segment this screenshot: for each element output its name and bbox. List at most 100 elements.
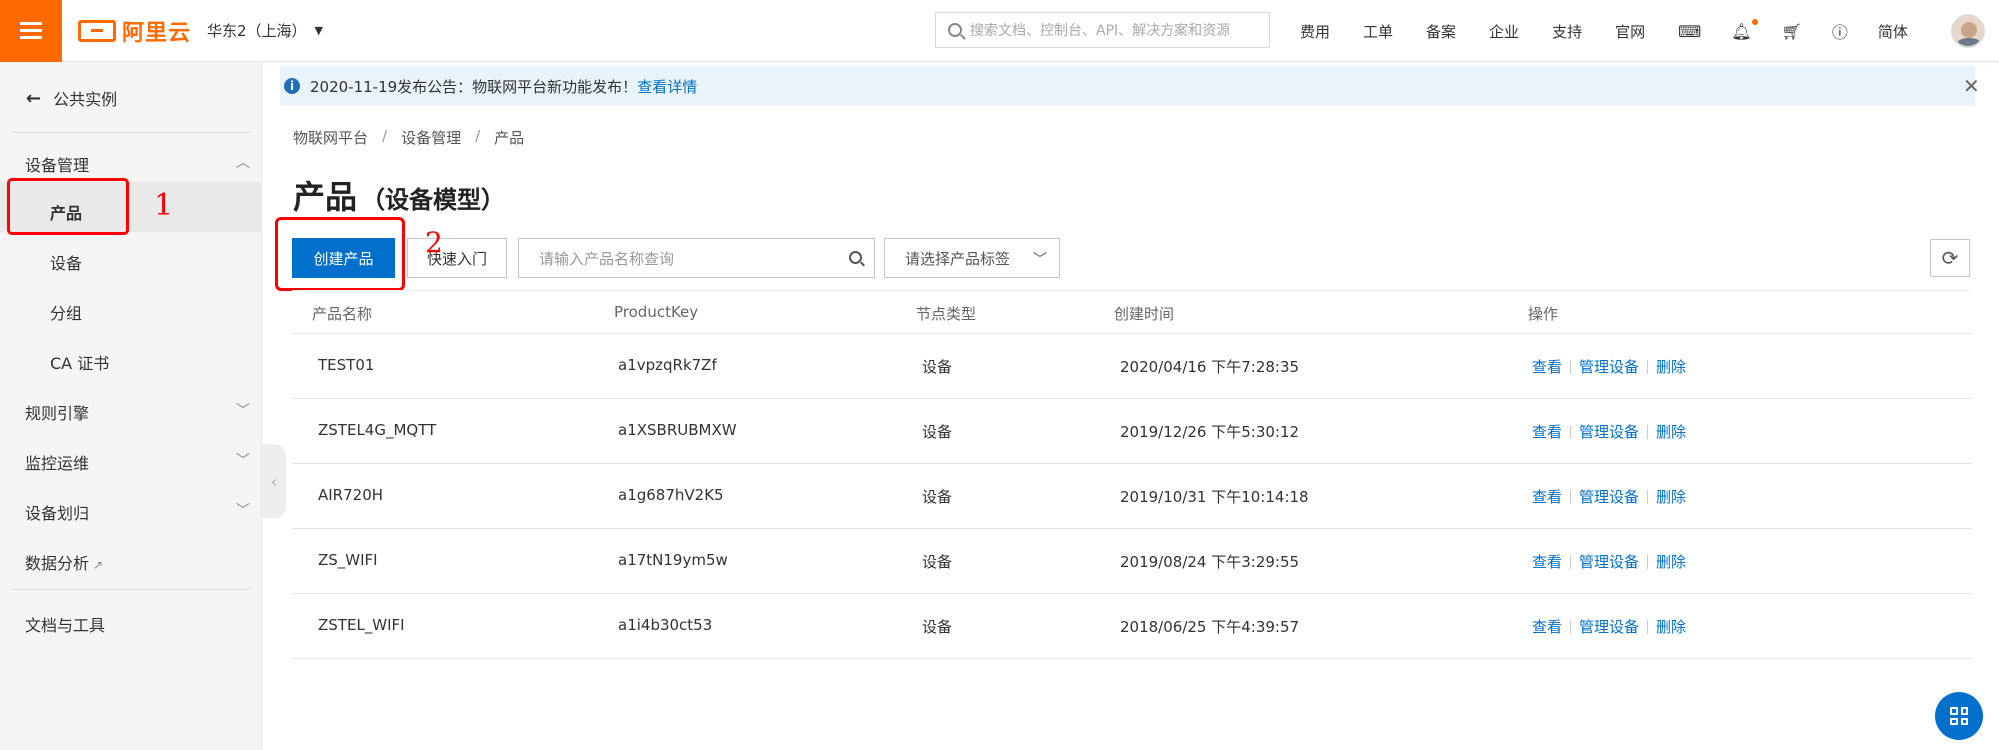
region-label: 华东2（上海） — [207, 22, 307, 40]
cell-node-type: 设备 — [922, 618, 953, 636]
sidebar-collapse-toggle[interactable]: ‹ — [262, 444, 286, 518]
floating-menu-button[interactable] — [1935, 692, 1983, 740]
back-to-public-instance[interactable]: ← 公共实例 — [26, 86, 117, 110]
bell-icon[interactable]: 🔔︎ — [1731, 18, 1758, 41]
nav-link-enterprise[interactable]: 企业 — [1489, 21, 1519, 42]
chevron-down-icon: ﹀ — [1033, 252, 1047, 268]
row-actions: 查看 管理设备 删除 — [1532, 551, 1686, 572]
nav-link-icp[interactable]: 备案 — [1426, 21, 1456, 42]
product-search-input[interactable]: 请输入产品名称查询 — [518, 238, 875, 278]
row-actions: 查看 管理设备 删除 — [1532, 486, 1686, 507]
action-divider — [1647, 424, 1649, 439]
annotation-box-1 — [7, 178, 129, 235]
top-nav-links: 费用 工单 备案 企业 支持 官网 ⌨ 🔔︎ 🛒︎ ⓘ 简体 — [1300, 0, 1941, 62]
hamburger-icon — [20, 22, 42, 40]
header-product-name: 产品名称 — [312, 305, 373, 323]
sidebar-item-ca-cert[interactable]: CA 证书 — [50, 350, 109, 374]
group-label: 设备管理 — [25, 156, 90, 175]
row-actions: 查看 管理设备 删除 — [1532, 356, 1686, 377]
sidebar-item-groups[interactable]: 分组 — [50, 300, 82, 324]
delete-link[interactable]: 删除 — [1656, 616, 1686, 637]
header-product-key: ProductKey — [614, 303, 699, 321]
manage-devices-link[interactable]: 管理设备 — [1579, 551, 1639, 572]
language-switch[interactable]: 简体 — [1878, 21, 1908, 42]
top-navbar: 阿里云 华东2（上海） ▼ 搜索文档、控制台、API、解决方案和资源 费用 工单… — [0, 0, 1999, 62]
nav-link-support[interactable]: 支持 — [1552, 21, 1582, 42]
cell-product-name: ZSTEL4G_MQTT — [318, 421, 437, 439]
action-divider — [1570, 619, 1572, 634]
back-label: 公共实例 — [53, 90, 118, 109]
chevron-left-icon: ‹ — [270, 471, 278, 491]
sidebar-group-rules[interactable]: 规则引擎 ﹀ — [25, 400, 250, 424]
refresh-icon: ⟳ — [1941, 246, 1959, 270]
manage-devices-link[interactable]: 管理设备 — [1579, 421, 1639, 442]
table-row: ZS_WIFI a17tN19ym5w 设备 2019/08/24 下午3:29… — [292, 529, 1972, 594]
sidebar-divider — [12, 589, 250, 590]
view-link[interactable]: 查看 — [1532, 551, 1562, 572]
table-row: ZSTEL4G_MQTT a1XSBRUBMXW 设备 2019/12/26 下… — [292, 399, 1972, 464]
cart-icon[interactable]: 🛒︎ — [1782, 22, 1802, 41]
announcement-link[interactable]: 查看详情 — [637, 76, 697, 97]
view-link[interactable]: 查看 — [1532, 616, 1562, 637]
product-tag-select[interactable]: 请选择产品标签 ﹀ — [884, 238, 1060, 278]
cell-created-time: 2020/04/16 下午7:28:35 — [1120, 358, 1300, 376]
breadcrumb-device-mgmt[interactable]: 设备管理 — [401, 127, 461, 148]
search-icon[interactable] — [849, 251, 862, 264]
nav-link-website[interactable]: 官网 — [1615, 21, 1645, 42]
annotation-number-1: 1 — [154, 188, 174, 223]
terminal-icon[interactable]: ⌨ — [1678, 22, 1701, 41]
annotation-number-2: 2 — [425, 226, 443, 259]
view-link[interactable]: 查看 — [1532, 421, 1562, 442]
breadcrumb-iot-platform[interactable]: 物联网平台 — [293, 127, 368, 148]
cell-node-type: 设备 — [922, 553, 953, 571]
refresh-button[interactable]: ⟳ — [1930, 239, 1970, 277]
sidebar-group-monitor[interactable]: 监控运维 ﹀ — [25, 450, 250, 474]
close-icon[interactable]: ✕ — [1963, 74, 1980, 98]
user-avatar[interactable] — [1951, 14, 1985, 48]
delete-link[interactable]: 删除 — [1656, 551, 1686, 572]
row-actions: 查看 管理设备 删除 — [1532, 421, 1686, 442]
sidebar-item-analytics[interactable]: 数据分析 ↗ — [25, 550, 250, 574]
delete-link[interactable]: 删除 — [1656, 486, 1686, 507]
annotation-box-2 — [275, 217, 405, 291]
manage-devices-link[interactable]: 管理设备 — [1579, 616, 1639, 637]
region-selector[interactable]: 华东2（上海） ▼ — [207, 20, 323, 41]
chevron-down-icon: ﹀ — [236, 503, 250, 519]
help-icon[interactable]: ⓘ — [1832, 19, 1848, 43]
view-link[interactable]: 查看 — [1532, 356, 1562, 377]
sidebar-item-docs[interactable]: 文档与工具 — [25, 612, 250, 636]
sidebar-group-device-mgmt[interactable]: 设备管理 ︿ — [25, 152, 250, 176]
view-link[interactable]: 查看 — [1532, 486, 1562, 507]
delete-link[interactable]: 删除 — [1656, 421, 1686, 442]
delete-link[interactable]: 删除 — [1656, 356, 1686, 377]
action-divider — [1647, 489, 1649, 504]
nav-link-fees[interactable]: 费用 — [1300, 21, 1330, 42]
manage-devices-link[interactable]: 管理设备 — [1579, 356, 1639, 377]
sidebar-group-assign[interactable]: 设备划归 ﹀ — [25, 500, 250, 524]
info-icon: i — [284, 78, 300, 94]
page-title-main: 产品 — [293, 178, 358, 216]
nav-link-tickets[interactable]: 工单 — [1363, 21, 1393, 42]
cell-created-time: 2019/12/26 下午5:30:12 — [1120, 423, 1300, 441]
group-label: 数据分析 — [25, 554, 90, 573]
aliyun-logo[interactable]: 阿里云 — [78, 16, 191, 46]
chevron-up-icon: ︿ — [236, 155, 250, 171]
row-actions: 查看 管理设备 删除 — [1532, 616, 1686, 637]
quickstart-button[interactable]: 快速入门 — [407, 238, 507, 278]
search-icon — [948, 23, 962, 37]
menu-button[interactable] — [0, 0, 62, 62]
global-search-input[interactable]: 搜索文档、控制台、API、解决方案和资源 — [935, 12, 1270, 48]
sidebar-item-devices[interactable]: 设备 — [50, 250, 82, 274]
action-divider — [1647, 554, 1649, 569]
external-link-icon: ↗ — [93, 558, 104, 572]
action-divider — [1570, 424, 1572, 439]
sidebar: ← 公共实例 设备管理 ︿ 产品 设备 分组 CA 证书 规则引擎 ﹀ 监控运维… — [0, 62, 262, 750]
breadcrumb-products: 产品 — [494, 129, 525, 147]
page-title: 产品 （设备模型） — [293, 172, 505, 218]
table-row: TEST01 a1vpzqRk7Zf 设备 2020/04/16 下午7:28:… — [292, 334, 1972, 399]
table-header: 产品名称 ProductKey 节点类型 创建时间 操作 — [292, 290, 1972, 334]
cell-product-name: ZS_WIFI — [318, 551, 378, 569]
manage-devices-link[interactable]: 管理设备 — [1579, 486, 1639, 507]
notification-dot — [1751, 18, 1758, 25]
tag-select-placeholder: 请选择产品标签 — [905, 249, 1011, 268]
